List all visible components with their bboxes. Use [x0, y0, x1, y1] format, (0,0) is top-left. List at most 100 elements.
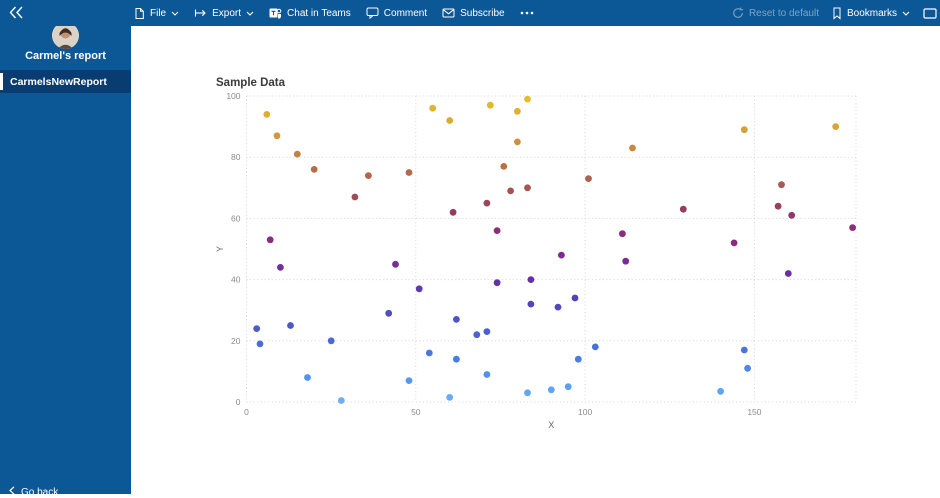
data-point[interactable]	[524, 184, 531, 192]
data-point[interactable]	[619, 230, 626, 238]
scatter-chart-visual[interactable]: 0 20 40 60 80 100 0 50 100 150 Y X Sample Data	[210, 70, 870, 438]
data-point[interactable]	[446, 117, 454, 124]
comment-icon	[366, 7, 379, 19]
data-point[interactable]	[453, 355, 460, 363]
data-point[interactable]	[778, 181, 785, 189]
data-point[interactable]	[507, 187, 514, 195]
data-point[interactable]	[591, 343, 599, 351]
sidebar-item-label: CarmelsNewReport	[10, 75, 107, 88]
data-point[interactable]	[524, 389, 531, 397]
data-point[interactable]	[337, 397, 345, 404]
comment-button[interactable]: Comment	[366, 7, 427, 19]
data-point[interactable]	[453, 316, 460, 323]
selected-indicator	[0, 73, 3, 90]
data-point[interactable]	[629, 144, 636, 152]
bookmark-icon	[832, 7, 842, 20]
data-point[interactable]	[405, 377, 413, 384]
reset-icon	[732, 7, 744, 19]
data-point[interactable]	[514, 107, 521, 115]
data-point[interactable]	[266, 236, 274, 244]
data-point[interactable]	[483, 371, 491, 378]
data-point[interactable]	[415, 285, 423, 293]
go-back-button[interactable]: Go back	[9, 486, 58, 498]
collapse-sidebar-button[interactable]	[8, 6, 24, 20]
data-point[interactable]	[622, 257, 630, 265]
data-point[interactable]	[287, 322, 294, 329]
data-point[interactable]	[730, 239, 738, 247]
data-point[interactable]	[527, 300, 535, 308]
data-point[interactable]	[774, 202, 782, 210]
data-point[interactable]	[365, 172, 372, 179]
file-menu-button[interactable]: File	[134, 7, 179, 20]
data-point[interactable]	[449, 208, 457, 216]
data-point[interactable]	[784, 270, 792, 277]
data-point[interactable]	[547, 386, 555, 394]
data-point[interactable]	[740, 126, 748, 134]
data-point[interactable]	[483, 328, 491, 335]
data-point[interactable]	[717, 387, 724, 395]
data-point[interactable]	[554, 303, 562, 311]
data-point[interactable]	[263, 111, 271, 118]
toolbar-menu: File Export Chat in Teams Comment Subscr…	[134, 0, 534, 26]
data-point[interactable]	[832, 123, 840, 130]
data-point[interactable]	[493, 227, 501, 235]
data-point[interactable]	[425, 349, 433, 357]
data-point[interactable]	[273, 132, 281, 140]
data-point[interactable]	[351, 193, 359, 201]
data-point[interactable]	[679, 205, 687, 213]
data-point[interactable]	[385, 309, 393, 317]
chevron-down-icon	[246, 11, 254, 16]
data-point[interactable]	[327, 337, 335, 345]
data-point[interactable]	[256, 340, 264, 348]
data-point[interactable]	[253, 325, 261, 332]
comment-label: Comment	[383, 7, 428, 19]
data-point[interactable]	[277, 264, 284, 271]
scatter-plot-svg: 0 20 40 60 80 100 0 50 100 150 Y X Sample Data	[215, 77, 857, 430]
data-point[interactable]	[744, 364, 751, 372]
data-point[interactable]	[574, 355, 582, 363]
subscribe-button[interactable]: Subscribe	[442, 8, 505, 19]
y-tick-label: 40	[231, 275, 241, 285]
data-point[interactable]	[524, 95, 531, 103]
data-point[interactable]	[473, 331, 481, 339]
chevron-down-icon	[171, 11, 179, 16]
export-icon	[194, 8, 207, 18]
file-menu-label: File	[150, 7, 167, 19]
chat-in-teams-button[interactable]: Chat in Teams	[269, 7, 351, 19]
data-point[interactable]	[564, 383, 572, 391]
data-point[interactable]	[514, 138, 521, 146]
data-point[interactable]	[585, 175, 592, 182]
data-point[interactable]	[740, 346, 748, 354]
more-options-button[interactable]	[520, 11, 534, 15]
bookmarks-button[interactable]: Bookmarks	[832, 7, 910, 20]
chat-in-teams-label: Chat in Teams	[287, 7, 351, 19]
chevron-left-icon	[9, 486, 15, 498]
export-menu-button[interactable]: Export	[194, 8, 254, 19]
data-point[interactable]	[304, 374, 311, 381]
sidebar: Carmel's report CarmelsNewReport Go back	[0, 22, 131, 498]
data-point[interactable]	[849, 224, 856, 232]
data-point[interactable]	[429, 104, 437, 112]
y-tick-label: 60	[231, 213, 241, 223]
data-point[interactable]	[571, 294, 579, 302]
data-point[interactable]	[500, 163, 508, 170]
data-point[interactable]	[788, 211, 796, 219]
data-point[interactable]	[486, 101, 494, 109]
toolbar-right-menu: Reset to default Bookmarks	[732, 0, 937, 26]
x-tick-label: 0	[244, 407, 249, 417]
sidebar-item-carmelsnewreport[interactable]: CarmelsNewReport	[0, 70, 131, 93]
data-point[interactable]	[483, 199, 491, 207]
reset-to-default-button[interactable]: Reset to default	[732, 7, 819, 19]
data-point[interactable]	[446, 394, 454, 401]
x-tick-label: 50	[411, 407, 421, 417]
data-point[interactable]	[558, 251, 565, 259]
data-point[interactable]	[293, 150, 301, 158]
data-point[interactable]	[493, 279, 501, 287]
y-axis-label: Y	[215, 246, 225, 252]
fit-to-page-button[interactable]	[923, 7, 937, 19]
data-point[interactable]	[310, 166, 318, 173]
data-point[interactable]	[392, 260, 399, 268]
data-point[interactable]	[405, 169, 413, 176]
data-point[interactable]	[527, 276, 535, 283]
report-title: Carmel's report	[25, 50, 106, 62]
